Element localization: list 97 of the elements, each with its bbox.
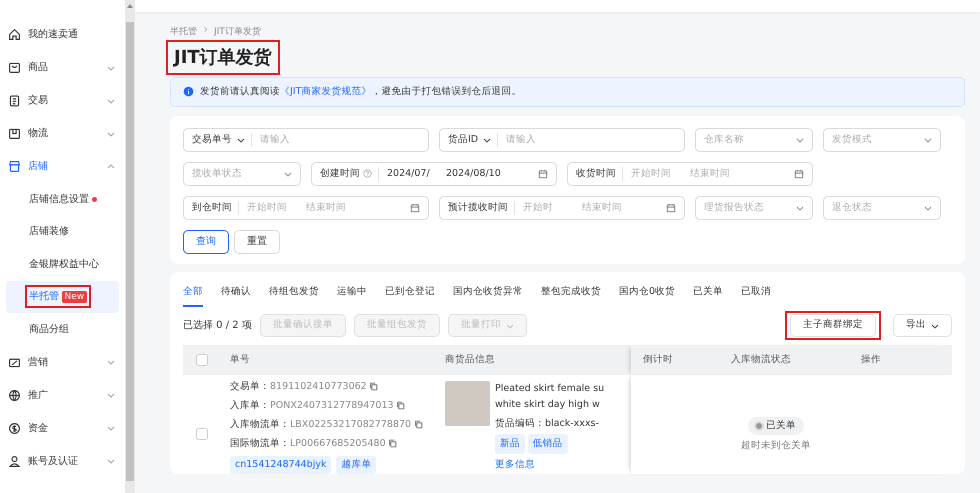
column-header: 商货品信息 bbox=[445, 352, 495, 367]
status-note: 超时未到仓关单 bbox=[741, 439, 811, 454]
product-tag: 新品 bbox=[495, 434, 525, 454]
order-number: 交易单：8191102410773062 bbox=[230, 380, 367, 394]
sidebar-item[interactable]: 营销 bbox=[0, 346, 125, 378]
toolbar-button[interactable]: 主子商群绑定 bbox=[790, 314, 876, 337]
store-icon bbox=[8, 160, 21, 173]
product-tag: 低销品 bbox=[528, 434, 568, 454]
chevron-down-icon bbox=[284, 170, 292, 178]
chevron-down-icon bbox=[107, 424, 115, 432]
search-button[interactable]: 查询 bbox=[183, 230, 229, 254]
photo-placeholder bbox=[445, 381, 490, 426]
sidebar-item[interactable]: 商品 bbox=[0, 51, 125, 84]
new-badge: New bbox=[62, 290, 88, 303]
chevron-down-icon bbox=[107, 64, 115, 72]
sidebar-item[interactable]: 我的速卖通 bbox=[0, 18, 125, 51]
guidelines-link[interactable]: 《JIT商家发货规范》 bbox=[280, 86, 372, 96]
sidebar-item[interactable]: 账号及认证 bbox=[0, 444, 125, 478]
column-header: 操作 bbox=[861, 352, 882, 367]
calendar-icon bbox=[794, 168, 804, 179]
chevron-down-icon bbox=[237, 136, 245, 144]
ticket-icon bbox=[8, 356, 21, 368]
calendar-icon bbox=[410, 202, 420, 213]
status-pill: 已关单 bbox=[748, 417, 804, 436]
info-icon bbox=[183, 86, 194, 98]
submenu-item[interactable]: 商品分组 bbox=[29, 322, 69, 337]
status-tab[interactable]: 待确认 bbox=[221, 284, 251, 307]
sidebar-item[interactable]: 交易 bbox=[0, 84, 125, 117]
submenu-item[interactable]: 店铺装修 bbox=[29, 224, 69, 240]
status-tab[interactable]: 全部 bbox=[183, 284, 203, 307]
product-code: 货品编码：black-xxxs- bbox=[495, 418, 599, 428]
status-tab[interactable]: 已取消 bbox=[741, 284, 772, 307]
submenu-item[interactable]: 店铺信息设置 bbox=[29, 192, 89, 207]
column-header: 单号 bbox=[230, 352, 251, 367]
chevron-down-icon bbox=[483, 136, 492, 144]
chevron-down-icon bbox=[107, 457, 115, 465]
status-tab[interactable]: 已到仓登记 bbox=[385, 284, 435, 307]
order-number: 入库物流单：LBX02253217082778870 bbox=[230, 418, 412, 432]
toolbar-button[interactable]: 导出 bbox=[893, 314, 952, 337]
box-icon bbox=[8, 127, 21, 140]
copy-icon[interactable] bbox=[388, 439, 398, 448]
sidebar-item[interactable]: 资金 bbox=[0, 412, 125, 444]
breadcrumb-item: JIT订单发货 bbox=[214, 26, 261, 39]
order-tag: cn1541248744bjyk bbox=[230, 456, 332, 474]
date-range-field[interactable]: 创建时间 2024/07/ 2024/08/10 bbox=[311, 162, 557, 186]
date-range-field[interactable]: 预计揽收时间 开始时 结束时间 bbox=[439, 196, 685, 220]
copy-icon[interactable] bbox=[369, 382, 378, 391]
search-field[interactable]: 货品ID 请输入 bbox=[439, 128, 685, 152]
chevron-up-icon bbox=[107, 162, 115, 170]
submenu-item[interactable]: 半托管 bbox=[29, 289, 59, 304]
submenu-item[interactable]: 金银牌权益中心 bbox=[29, 256, 99, 272]
user-icon bbox=[8, 454, 21, 468]
reset-button[interactable]: 重置 bbox=[234, 230, 280, 254]
chevron-down-icon bbox=[107, 130, 115, 138]
search-field[interactable]: 交易单号 请输入 bbox=[183, 128, 429, 152]
chevron-down-icon bbox=[107, 358, 115, 366]
scroll-up-icon[interactable] bbox=[127, 4, 133, 8]
more-info-link[interactable]: 更多信息 bbox=[495, 457, 604, 473]
chevron-down-icon bbox=[924, 204, 932, 212]
column-header: 倒计时 bbox=[642, 352, 674, 367]
dollar-icon bbox=[8, 422, 21, 434]
select-all-checkbox[interactable] bbox=[196, 354, 208, 366]
product-title: Pleated skirt female su bbox=[495, 382, 604, 396]
selection-count: 已选择 0 / 2 项 bbox=[183, 318, 252, 333]
status-tab[interactable]: 整包完成收货 bbox=[541, 284, 601, 307]
status-tab[interactable]: 运输中 bbox=[337, 284, 367, 307]
order-tag: 越库单 bbox=[336, 456, 376, 474]
order-number: 入库单：PONX2407312778947013 bbox=[230, 399, 394, 413]
status-tab[interactable]: 待组包发货 bbox=[269, 284, 319, 307]
status-tab[interactable]: 国内仓0收货 bbox=[619, 284, 676, 307]
chevron-right-icon bbox=[202, 26, 209, 33]
scrollbar-thumb[interactable] bbox=[126, 22, 134, 481]
date-range-field[interactable]: 收货时间 开始时间 结束时间 bbox=[567, 162, 813, 186]
status-tab[interactable]: 已关单 bbox=[693, 284, 724, 307]
copy-icon[interactable] bbox=[414, 420, 423, 429]
clipboard-icon bbox=[8, 94, 21, 107]
copy-icon[interactable] bbox=[396, 401, 406, 410]
calendar-icon bbox=[666, 202, 676, 213]
sidebar-item[interactable]: 物流 bbox=[0, 117, 125, 150]
sidebar-item[interactable]: 推广 bbox=[0, 378, 125, 412]
order-number: 国际物流单：LP00667685205480 bbox=[230, 437, 386, 451]
chevron-down-icon bbox=[107, 96, 115, 104]
sidebar-item[interactable]: 店铺 bbox=[0, 150, 125, 183]
notice-text: 发货前请认真阅读《JIT商家发货规范》，避免由于打包错误到仓后退回。 bbox=[200, 84, 522, 98]
bag-icon bbox=[8, 61, 21, 74]
date-range-field[interactable]: 到仓时间 开始时间 结束时间 bbox=[183, 196, 429, 220]
chevron-down-icon bbox=[924, 136, 932, 144]
chevron-down-icon bbox=[107, 391, 115, 399]
home-icon bbox=[8, 28, 21, 41]
chevron-down-icon bbox=[796, 136, 804, 144]
calendar-icon bbox=[538, 168, 548, 179]
product-title: white skirt day high w bbox=[495, 398, 601, 412]
globe-icon bbox=[8, 388, 21, 402]
chevron-down-icon bbox=[796, 204, 804, 212]
row-checkbox[interactable] bbox=[196, 428, 208, 440]
status-tab[interactable]: 国内仓收货异常 bbox=[453, 284, 523, 307]
column-header: 入库物流状态 bbox=[731, 352, 792, 367]
